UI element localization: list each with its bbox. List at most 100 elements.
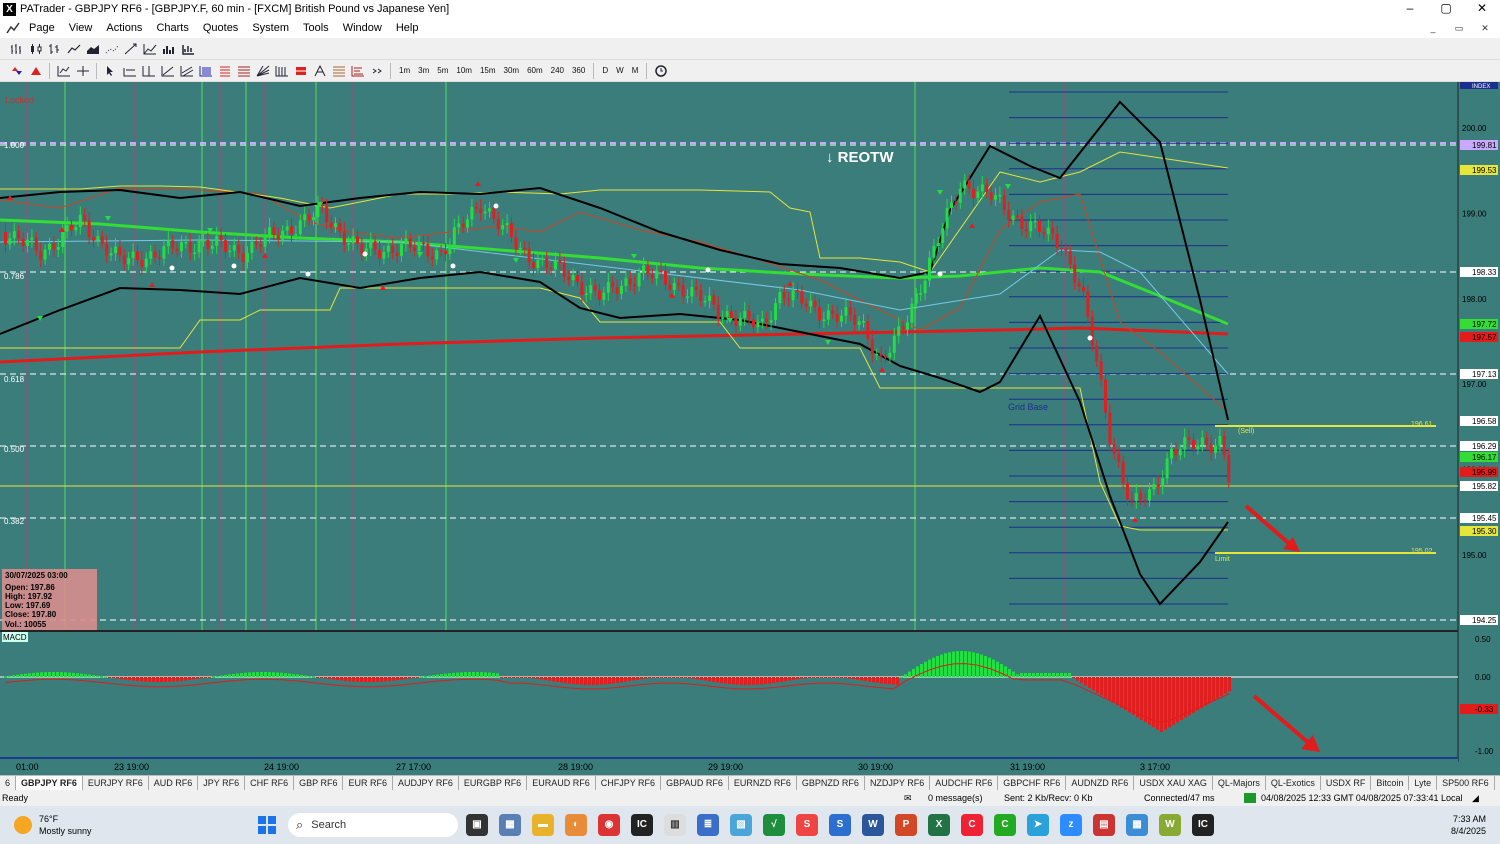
timeframe-10m-button[interactable]: 10m xyxy=(452,66,476,75)
excel-icon[interactable]: X xyxy=(928,814,950,836)
indicator-icon[interactable] xyxy=(55,62,73,80)
mail-icon[interactable]: ✉ xyxy=(904,793,912,804)
symbol-tab[interactable]: AUDCHF RF6 xyxy=(930,776,999,790)
pitchfork-icon[interactable] xyxy=(330,62,348,80)
chart-app-icon[interactable]: ▥ xyxy=(664,814,686,836)
zoom-chart-icon[interactable] xyxy=(141,40,159,58)
menu-view[interactable]: View xyxy=(62,22,100,34)
dot-chart-icon[interactable] xyxy=(103,40,121,58)
word-icon[interactable]: W xyxy=(862,814,884,836)
buy-sell-icon[interactable] xyxy=(8,62,26,80)
ohlc-icon[interactable] xyxy=(46,40,64,58)
mdi-minimize-button[interactable]: _ xyxy=(1422,21,1444,35)
green-c-app-icon[interactable]: C xyxy=(994,814,1016,836)
channel-icon[interactable] xyxy=(178,62,196,80)
symbol-tab[interactable]: AUD RF6 xyxy=(149,776,199,790)
menu-system[interactable]: System xyxy=(245,22,296,34)
patrader-taskbar-icon[interactable]: IC xyxy=(1192,814,1214,836)
candlestick-icon[interactable] xyxy=(27,40,45,58)
alert-icon[interactable] xyxy=(27,62,45,80)
symbol-tab[interactable]: GBP RF6 xyxy=(294,776,344,790)
symbol-tab[interactable]: EUR RF6 xyxy=(343,776,393,790)
chrome-icon[interactable]: ◉ xyxy=(598,814,620,836)
line-chart-icon[interactable] xyxy=(65,40,83,58)
close-button[interactable]: ✕ xyxy=(1464,0,1500,18)
symbol-tab[interactable]: QL-Exotics xyxy=(1266,776,1321,790)
symbol-tab[interactable]: Lyte xyxy=(1409,776,1438,790)
menu-tools[interactable]: Tools xyxy=(296,22,336,34)
store-icon[interactable]: ▦ xyxy=(1126,814,1148,836)
crosshair-icon[interactable] xyxy=(74,62,92,80)
cursor-icon[interactable] xyxy=(102,62,120,80)
speed-lines-icon[interactable] xyxy=(349,62,367,80)
clock-icon[interactable] xyxy=(652,62,670,80)
symbol-tab[interactable]: GBPCHF RF6 xyxy=(998,776,1067,790)
symbol-tab[interactable]: 6 xyxy=(0,776,17,790)
text-tool-icon[interactable] xyxy=(311,62,329,80)
timeframe-3m-button[interactable]: 3m xyxy=(414,66,433,75)
timeframe-15m-button[interactable]: 15m xyxy=(476,66,500,75)
menu-quotes[interactable]: Quotes xyxy=(196,22,245,34)
area-chart-icon[interactable] xyxy=(84,40,102,58)
symbol-tab[interactable]: GBPAUD RF6 xyxy=(661,776,729,790)
fibonacci-icon[interactable] xyxy=(197,62,215,80)
system-clock[interactable]: 7:33 AM 8/4/2025 xyxy=(1451,813,1486,837)
symbol-tab[interactable]: GBPJPY RF6 xyxy=(16,776,83,790)
symbol-tab[interactable]: USDX RF xyxy=(1321,776,1372,790)
period-monthly-button[interactable]: M xyxy=(628,66,643,75)
reotw-annotation[interactable]: ↓ REOTW xyxy=(826,149,894,166)
fib-extension-icon[interactable] xyxy=(216,62,234,80)
toolbox-icon[interactable]: ▤ xyxy=(1093,814,1115,836)
vertical-line-icon[interactable] xyxy=(140,62,158,80)
timeframe-60m-button[interactable]: 60m xyxy=(523,66,547,75)
maximize-button[interactable]: ▢ xyxy=(1428,0,1464,18)
s-app-icon[interactable]: S xyxy=(796,814,818,836)
minimize-button[interactable]: – xyxy=(1392,0,1428,18)
stocks-icon[interactable]: √ xyxy=(763,814,785,836)
task-view-icon[interactable]: ▣ xyxy=(466,814,488,836)
cycle-lines-icon[interactable] xyxy=(273,62,291,80)
grid-icon[interactable] xyxy=(235,62,253,80)
symbol-tab[interactable]: SP500 RF6 xyxy=(1437,776,1495,790)
symbol-tab[interactable]: EURJPY RF6 xyxy=(83,776,149,790)
timeframe-30m-button[interactable]: 30m xyxy=(500,66,524,75)
patrader-icon[interactable]: IC xyxy=(631,814,653,836)
menu-actions[interactable]: Actions xyxy=(99,22,149,34)
volume-icon[interactable] xyxy=(160,40,178,58)
symbol-tab[interactable]: DJIA xyxy=(1495,776,1500,790)
pane-divider[interactable] xyxy=(0,630,1458,632)
symbol-tab[interactable]: CHF RF6 xyxy=(245,776,295,790)
calculator-icon[interactable]: ▦ xyxy=(499,814,521,836)
mdi-restore-button[interactable]: ▭ xyxy=(1448,21,1470,35)
more-tools-icon[interactable] xyxy=(368,62,386,80)
windows-start-icon[interactable] xyxy=(258,816,276,834)
symbol-tab[interactable]: JPY RF6 xyxy=(198,776,246,790)
price-chart[interactable]: 1.000 0.786 0.618 0.500 0.382 200.00 199.00 19… xyxy=(0,82,1500,776)
symbol-tab[interactable]: GBPNZD RF6 xyxy=(797,776,865,790)
timeframe-240-button[interactable]: 240 xyxy=(547,66,568,75)
file-explorer-icon[interactable]: ▬ xyxy=(532,814,554,836)
symbol-tab[interactable]: QL-Majors xyxy=(1213,776,1266,790)
photos-icon[interactable]: ▨ xyxy=(730,814,752,836)
menu-help[interactable]: Help xyxy=(389,22,426,34)
chart-area[interactable]: 1.000 0.786 0.618 0.500 0.382 200.00 199.00 19… xyxy=(0,82,1500,776)
menu-charts[interactable]: Charts xyxy=(149,22,195,34)
timeframe-360-button[interactable]: 360 xyxy=(568,66,589,75)
period-daily-button[interactable]: D xyxy=(598,66,612,75)
symbol-tab[interactable]: AUDJPY RF6 xyxy=(393,776,459,790)
symbol-tab[interactable]: USDX XAU XAG xyxy=(1134,776,1213,790)
paint-icon[interactable]: ◐ xyxy=(565,814,587,836)
timeframe-1m-button[interactable]: 1m xyxy=(395,66,414,75)
symbol-tab[interactable]: EURGBP RF6 xyxy=(459,776,528,790)
gann-fan-icon[interactable] xyxy=(254,62,272,80)
powerpoint-icon[interactable]: P xyxy=(895,814,917,836)
chart-icon[interactable] xyxy=(4,19,22,37)
timeframe-5m-button[interactable]: 5m xyxy=(433,66,452,75)
symbol-tab[interactable]: EURNZD RF6 xyxy=(729,776,797,790)
bar-chart-icon[interactable] xyxy=(8,40,26,58)
zoom-icon[interactable]: z xyxy=(1060,814,1082,836)
s-blue-app-icon[interactable]: S xyxy=(829,814,851,836)
trend-icon[interactable] xyxy=(122,40,140,58)
messages-count[interactable]: 0 message(s) xyxy=(928,793,983,803)
symbol-tab[interactable]: NZDJPY RF6 xyxy=(865,776,931,790)
